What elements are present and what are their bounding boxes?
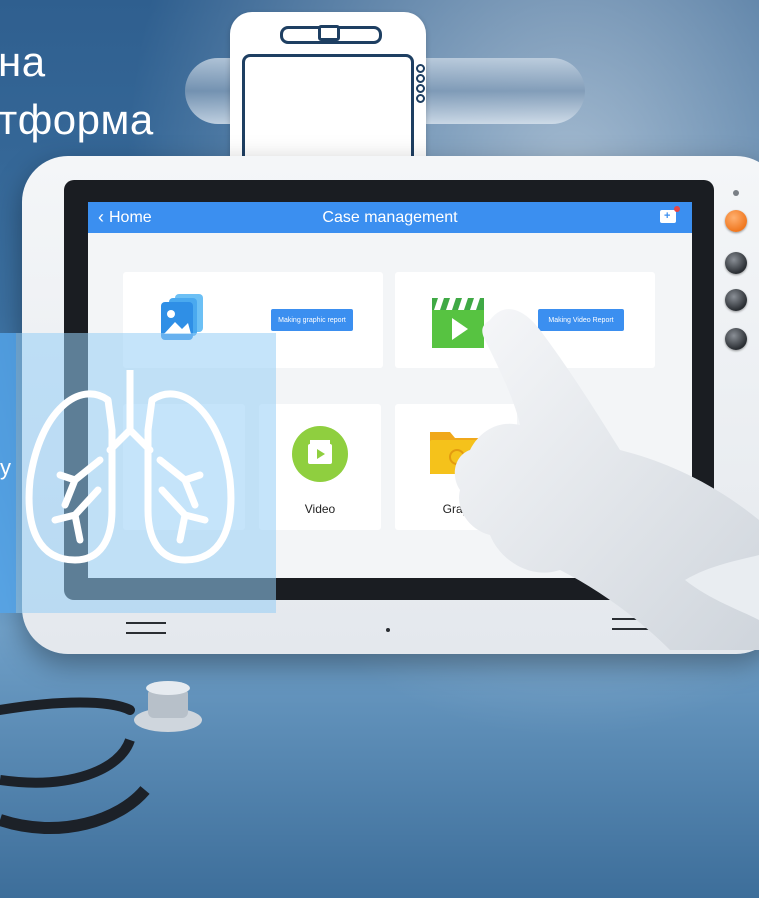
promo-side-fragment: у	[0, 455, 11, 480]
promo-text-line-1: на	[0, 38, 46, 85]
video-tile[interactable]: Video	[259, 404, 381, 530]
promo-text-line-2: тформа	[0, 96, 154, 143]
lungs-icon	[25, 370, 235, 564]
tablet-outline-camera	[318, 25, 340, 41]
tablet-outline-button	[416, 84, 425, 93]
nav-home-key[interactable]	[386, 628, 390, 632]
video-tile-label: Video	[304, 502, 336, 516]
tablet-outline-button	[416, 64, 425, 73]
tablet-outline-button	[416, 94, 425, 103]
gloved-hand-image	[454, 309, 759, 650]
power-button[interactable]	[725, 210, 747, 232]
tablet-outline-screen	[242, 54, 414, 168]
nav-menu-key[interactable]	[126, 622, 166, 634]
add-case-icon[interactable]: +	[660, 206, 680, 223]
video-circle-icon	[292, 426, 348, 482]
making-graphic-report-button[interactable]: Making graphic report	[271, 309, 353, 331]
hardware-button[interactable]	[725, 252, 747, 274]
tablet-outline-icon	[230, 12, 426, 178]
stethoscope-image	[0, 681, 202, 834]
tablet-indicator-led	[733, 190, 739, 196]
page-title: Case management	[322, 209, 458, 226]
app-header: ‹ Home Case management +	[88, 202, 692, 233]
tablet-outline-button	[416, 74, 425, 83]
